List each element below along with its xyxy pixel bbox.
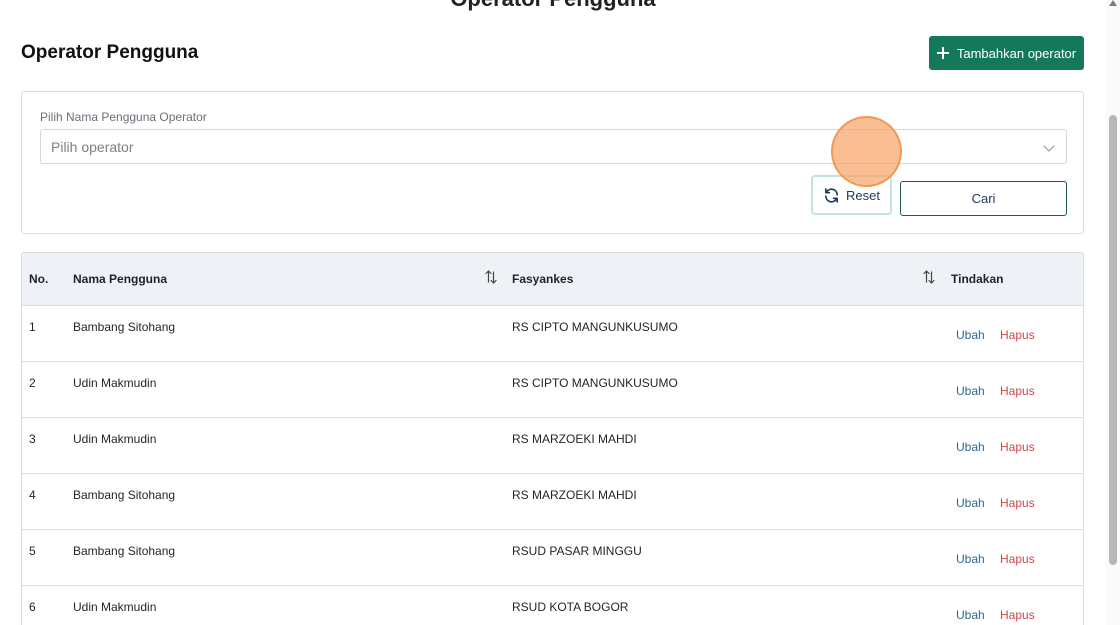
operator-select-label: Pilih Nama Pengguna Operator — [40, 110, 207, 124]
edit-link[interactable]: Ubah — [956, 440, 985, 454]
cell-name: Udin Makmudin — [73, 600, 157, 614]
cell-name: Udin Makmudin — [73, 376, 157, 390]
delete-link[interactable]: Hapus — [1000, 608, 1035, 622]
cell-name: Udin Makmudin — [73, 432, 157, 446]
cell-facility: RS MARZOEKI MAHDI — [512, 488, 637, 502]
column-header-no: No. — [29, 272, 49, 286]
operator-select[interactable]: Pilih operator — [40, 129, 1067, 164]
search-button[interactable]: Cari — [900, 181, 1067, 216]
delete-link[interactable]: Hapus — [1000, 552, 1035, 566]
cell-facility: RSUD PASAR MINGGU — [512, 544, 642, 558]
cell-name: Bambang Sitohang — [73, 544, 176, 558]
filter-card: Pilih Nama Pengguna Operator Pilih opera… — [21, 91, 1084, 234]
table-row: 5 Bambang Sitohang RSUD PASAR MINGGU Uba… — [22, 530, 1083, 586]
sort-icon[interactable] — [485, 270, 497, 284]
scroll-up-icon[interactable] — [1109, 0, 1117, 6]
table-header: No. Nama Pengguna Fasyankes Tindakan — [22, 253, 1083, 306]
cell-facility: RS CIPTO MANGUNKUSUMO — [512, 376, 678, 390]
cell-no: 5 — [29, 544, 36, 558]
table-row: 1 Bambang Sitohang RS CIPTO MANGUNKUSUMO… — [22, 306, 1083, 362]
sort-icon[interactable] — [923, 270, 935, 284]
cell-facility: RS MARZOEKI MAHDI — [512, 432, 637, 446]
table-row: 2 Udin Makmudin RS CIPTO MANGUNKUSUMO Ub… — [22, 362, 1083, 418]
page-title: Operator Pengguna — [21, 42, 199, 63]
page-heading-cutoff: Operator Pengguna — [0, 0, 1106, 12]
edit-link[interactable]: Ubah — [956, 552, 985, 566]
operator-select-placeholder: Pilih operator — [51, 139, 134, 155]
page: Operator Pengguna Operator Pengguna Tamb… — [0, 0, 1120, 625]
scrollbar[interactable] — [1106, 0, 1120, 625]
delete-link[interactable]: Hapus — [1000, 496, 1035, 510]
edit-link[interactable]: Ubah — [956, 328, 985, 342]
cell-no: 4 — [29, 488, 36, 502]
edit-link[interactable]: Ubah — [956, 608, 985, 622]
table-row: 4 Bambang Sitohang RS MARZOEKI MAHDI Uba… — [22, 474, 1083, 530]
edit-link[interactable]: Ubah — [956, 496, 985, 510]
delete-link[interactable]: Hapus — [1000, 384, 1035, 398]
cell-facility: RS CIPTO MANGUNKUSUMO — [512, 320, 678, 334]
column-header-facility[interactable]: Fasyankes — [512, 272, 573, 286]
scrollbar-thumb[interactable] — [1109, 115, 1117, 565]
column-header-name[interactable]: Nama Pengguna — [73, 272, 167, 286]
table-row: 6 Udin Makmudin RSUD KOTA BOGOR Ubah Hap… — [22, 586, 1083, 625]
cell-no: 3 — [29, 432, 36, 446]
cell-no: 1 — [29, 320, 36, 334]
reset-label: Reset — [846, 187, 880, 203]
cell-name: Bambang Sitohang — [73, 320, 176, 334]
cell-facility: RSUD KOTA BOGOR — [512, 600, 629, 614]
header-row: Operator Pengguna Tambahkan operator — [21, 36, 1084, 70]
chevron-down-icon — [1043, 140, 1055, 152]
cell-no: 6 — [29, 600, 36, 614]
delete-link[interactable]: Hapus — [1000, 440, 1035, 454]
column-header-action: Tindakan — [951, 272, 1004, 286]
cell-name: Bambang Sitohang — [73, 488, 176, 502]
cell-no: 2 — [29, 376, 36, 390]
click-indicator — [831, 116, 902, 187]
add-operator-button[interactable]: Tambahkan operator — [929, 36, 1084, 70]
operator-table: No. Nama Pengguna Fasyankes Tindakan 1 B… — [21, 252, 1084, 625]
plus-icon — [936, 47, 949, 59]
table-row: 3 Udin Makmudin RS MARZOEKI MAHDI Ubah H… — [22, 418, 1083, 474]
add-operator-label: Tambahkan operator — [956, 45, 1077, 61]
edit-link[interactable]: Ubah — [956, 384, 985, 398]
delete-link[interactable]: Hapus — [1000, 328, 1035, 342]
refresh-icon — [824, 187, 839, 203]
